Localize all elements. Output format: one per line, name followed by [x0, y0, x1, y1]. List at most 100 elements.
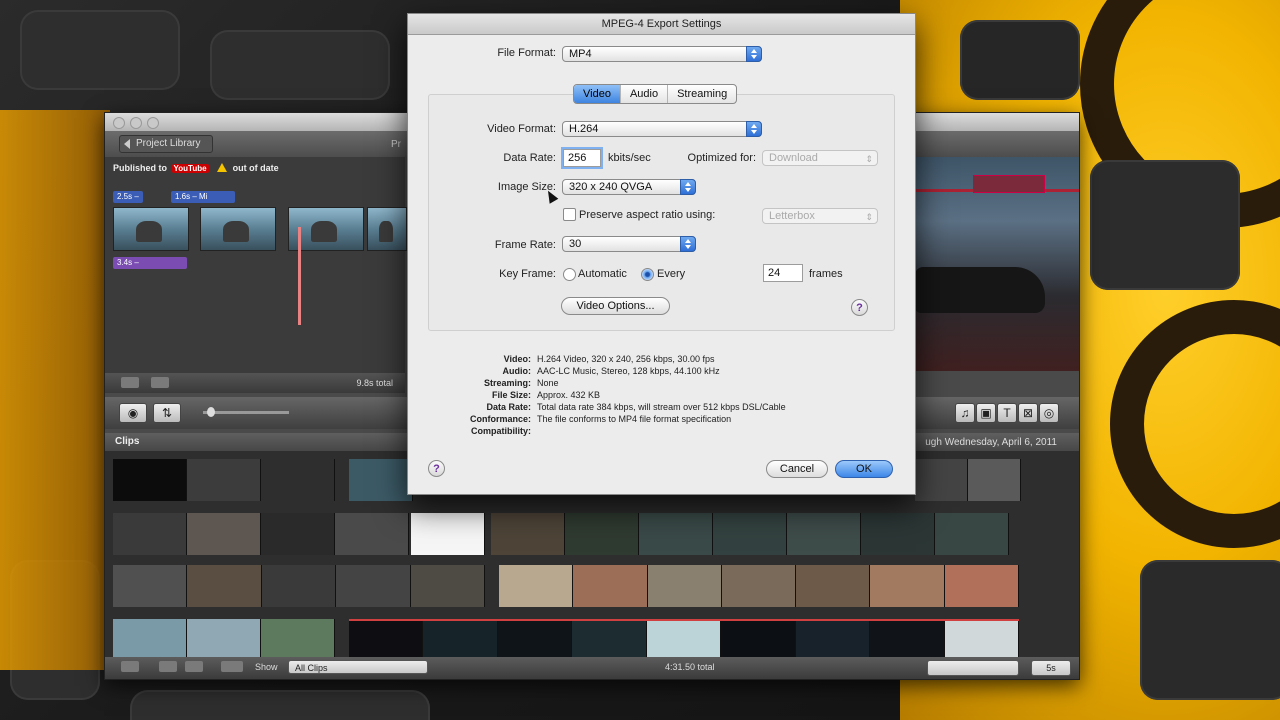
wallpaper-tile [1140, 560, 1280, 700]
search-zoom-icon[interactable] [221, 661, 243, 672]
thumbnail-size-slider[interactable] [203, 411, 289, 414]
tab-audio[interactable]: Audio [621, 85, 669, 103]
clips-label: Clips [115, 436, 140, 447]
cancel-button[interactable]: Cancel [766, 460, 828, 478]
key-frame-interval-field[interactable]: 24 [763, 264, 803, 282]
summary-value: Approx. 432 KB [537, 390, 601, 400]
summary-label: Compatibility: [471, 426, 531, 436]
bottom-bar: Show All Clips 4:31.50 total 5s [105, 657, 1079, 679]
key-frame-every-radio[interactable] [641, 268, 654, 281]
preserve-aspect-label: Preserve aspect ratio using: [579, 209, 716, 221]
project-clip-thumbnail[interactable] [113, 207, 189, 251]
project-title: Pr [391, 139, 401, 150]
preserve-aspect-checkbox[interactable] [563, 208, 576, 221]
video-format-value: H.264 [569, 123, 599, 135]
project-library-button[interactable]: Project Library [119, 135, 214, 153]
music-icon[interactable]: ♫ [955, 403, 975, 423]
event-filmstrip[interactable] [113, 565, 486, 607]
play-project-button[interactable] [151, 377, 169, 388]
play-all-button[interactable] [185, 661, 203, 672]
help-icon[interactable]: ? [851, 299, 868, 316]
camera-import-icon[interactable]: ◉ [119, 403, 147, 423]
zoom-duration-select[interactable]: 5s [1031, 660, 1071, 676]
summary-value: None [537, 378, 559, 388]
file-format-popup[interactable]: MP4 [562, 46, 762, 62]
transition-icon[interactable]: ⊠ [1018, 403, 1038, 423]
title-icon[interactable]: T [997, 403, 1017, 423]
show-filter-select[interactable]: All Clips [288, 660, 428, 674]
key-frame-unit: frames [809, 268, 843, 280]
event-filmstrip[interactable] [491, 513, 1009, 555]
event-filmstrip[interactable] [349, 459, 413, 501]
zoom-slider[interactable] [927, 660, 1019, 676]
photo-icon[interactable]: ▣ [976, 403, 996, 423]
help-icon[interactable]: ? [428, 460, 445, 477]
image-size-label: Image Size: [497, 181, 556, 193]
project-clip-thumbnail[interactable] [200, 207, 276, 251]
clip-duration-tag[interactable]: 2.5s – [113, 191, 143, 203]
slider-knob[interactable] [207, 407, 215, 417]
project-footer: 9.8s total [105, 373, 405, 393]
event-filmstrip[interactable] [113, 459, 335, 501]
aspect-ratio-value: Letterbox [769, 210, 815, 222]
event-filmstrip[interactable] [915, 459, 1021, 501]
event-filmstrip[interactable] [499, 565, 1019, 607]
key-frame-automatic-radio[interactable] [563, 268, 576, 281]
play-selection-button[interactable] [159, 661, 177, 672]
settings-tabs: Video Audio Streaming [573, 84, 738, 104]
summary-label: Conformance: [469, 414, 531, 424]
event-filmstrip[interactable] [113, 513, 409, 555]
summary-label: Data Rate: [486, 402, 531, 412]
popup-arrows-icon: ⇕ [865, 154, 873, 164]
audio-clip-tag[interactable]: 3.4s – [113, 257, 187, 269]
video-options-button[interactable]: Video Options... [561, 297, 670, 315]
ok-button[interactable]: OK [835, 460, 893, 478]
file-format-value: MP4 [569, 48, 592, 60]
event-filmstrip[interactable] [411, 513, 485, 555]
map-icon[interactable]: ◎ [1039, 403, 1059, 423]
frame-rate-popup[interactable]: 30 [562, 236, 696, 252]
image-size-popup[interactable]: 320 x 240 QVGA [562, 179, 696, 195]
video-format-popup[interactable]: H.264 [562, 121, 762, 137]
fullscreen-play-button[interactable] [121, 661, 139, 672]
mpeg4-export-settings-dialog: MPEG-4 Export Settings File Format: MP4 … [407, 13, 916, 495]
file-format-label: File Format: [497, 47, 556, 59]
key-frame-every-label: Every [657, 268, 686, 280]
clips-total-duration: 4:31.50 total [665, 662, 715, 672]
zoom-window-button[interactable] [147, 117, 159, 129]
wallpaper-tile [1090, 160, 1240, 290]
aspect-ratio-popup[interactable]: Letterbox ⇕ [762, 208, 878, 224]
popup-arrows-icon [680, 236, 696, 252]
clip-duration-tag[interactable]: 1.6s – Mi [171, 191, 235, 203]
show-label: Show [255, 662, 278, 672]
tab-video[interactable]: Video [574, 85, 621, 103]
viewer-hud [973, 175, 1045, 193]
tab-streaming[interactable]: Streaming [668, 85, 736, 103]
publish-status: Published to YouTube out of date [113, 163, 279, 173]
key-frame-automatic-label: Automatic [578, 268, 627, 280]
optimized-for-popup[interactable]: Download ⇕ [762, 150, 878, 166]
youtube-logo: YouTube [171, 164, 209, 173]
event-filmstrip[interactable] [349, 619, 1019, 661]
play-fullscreen-button[interactable] [121, 377, 139, 388]
wallpaper-tile [210, 30, 390, 100]
popup-arrows-icon [680, 179, 696, 195]
event-filmstrip[interactable] [113, 619, 335, 661]
data-rate-field[interactable]: 256 [563, 149, 601, 167]
swap-icon[interactable]: ⇅ [153, 403, 181, 423]
event-date-label: ugh Wednesday, April 6, 2011 [925, 437, 1057, 448]
summary-label: Streaming: [483, 378, 531, 388]
project-pane: Published to YouTube out of date 2.5s – … [105, 157, 407, 373]
data-rate-label: Data Rate: [503, 152, 556, 164]
video-viewer [915, 157, 1079, 371]
summary-value: Total data rate 384 kbps, will stream ov… [537, 402, 786, 412]
project-clip-thumbnail[interactable] [367, 207, 407, 251]
close-window-button[interactable] [113, 117, 125, 129]
out-of-date-label: out of date [232, 163, 279, 173]
project-total-duration: 9.8s total [356, 378, 393, 388]
minimize-window-button[interactable] [130, 117, 142, 129]
wallpaper-tile [20, 10, 180, 90]
summary-value: H.264 Video, 320 x 240, 256 kbps, 30.00 … [537, 354, 715, 364]
key-frame-label: Key Frame: [499, 268, 556, 280]
playhead-marker[interactable] [298, 227, 301, 325]
